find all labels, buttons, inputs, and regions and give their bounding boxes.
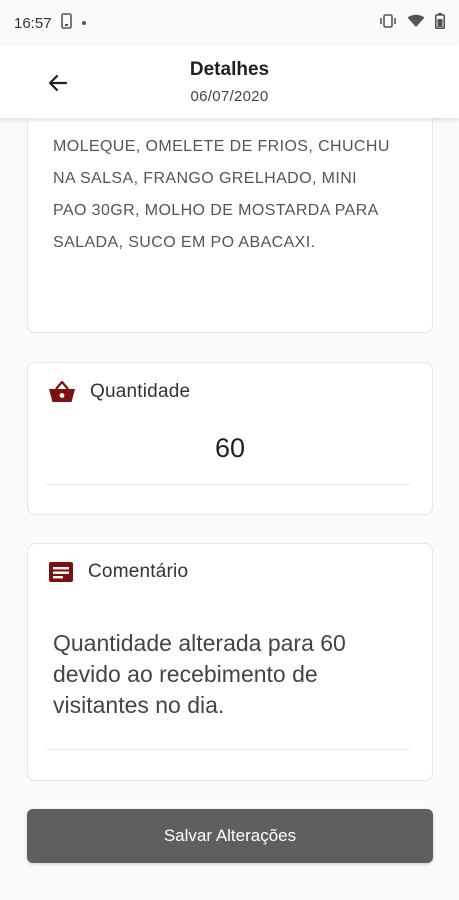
vibrate-icon [379,14,397,32]
quantity-card: Quantidade 60 [27,362,433,515]
comment-line: devido ao recebimento de [53,661,318,687]
description-line: NA SALSA, FRANGO GRELHADO, MINI [53,170,358,187]
status-bar-right [379,13,445,33]
description-text: MOLEQUE, OMELETE DE FRIOS, CHUCHU NA SAL… [53,131,413,259]
comment-label: Comentário [88,561,189,582]
notification-dot-icon [81,21,86,25]
description-card: MOLEQUE, OMELETE DE FRIOS, CHUCHU NA SAL… [27,100,433,333]
status-time: 16:57 [14,14,52,32]
comment-card: Comentário Quantidade alterada para 60 d… [27,543,433,781]
app-bar: Detalhes 06/07/2020 [0,46,459,118]
quantity-label: Quantidade [90,381,191,402]
comment-input-underline [46,749,410,750]
quantity-header: Quantidade [48,380,190,404]
description-line: PAO 30GR, MOLHO DE MOSTARDA PARA [53,202,379,219]
wifi-icon [407,14,425,32]
comment-textarea[interactable]: Quantidade alterada para 60 devido ao re… [53,628,413,721]
status-bar: 16:57 [0,0,459,46]
quantity-input[interactable]: 60 [28,433,432,464]
basket-icon [49,380,75,402]
phone-notification-icon [60,13,74,33]
page-date: 06/07/2020 [190,88,269,105]
page-title: Detalhes [189,59,270,80]
quantity-input-underline [46,484,410,485]
status-bar-left: 16:57 [14,13,86,33]
description-line: SALADA, SUCO EM PO ABACAXI. [53,234,316,251]
comment-line: Quantidade alterada para 60 [53,630,346,656]
comment-header: Comentário [48,561,188,583]
description-line: MOLEQUE, OMELETE DE FRIOS, CHUCHU [53,138,390,155]
battery-icon [435,13,445,33]
comment-note-icon [49,562,73,582]
save-changes-button[interactable]: Salvar Alterações [27,809,433,863]
comment-line: visitantes no dia. [53,692,225,718]
